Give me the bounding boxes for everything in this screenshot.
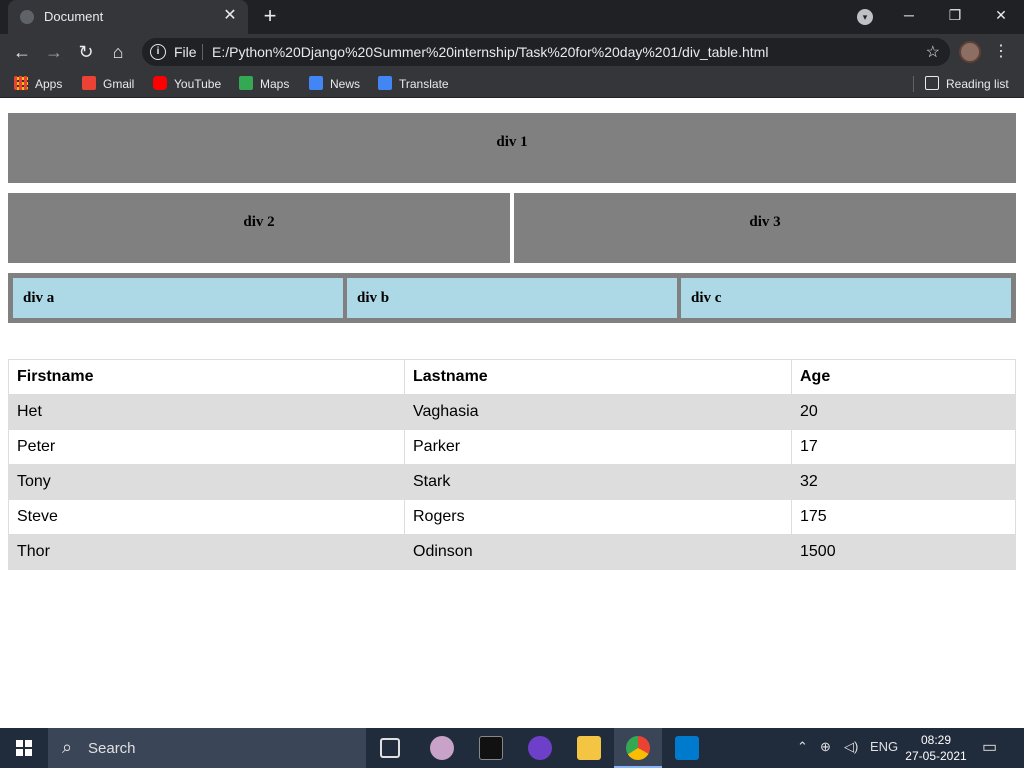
- translate-icon: [378, 76, 392, 90]
- page-viewport: div 1 div 2 div 3 div a div b div c Firs…: [0, 103, 1024, 728]
- windows-logo-icon: [16, 740, 32, 756]
- cell-lastname: Rogers: [404, 499, 792, 535]
- start-button[interactable]: [0, 728, 48, 768]
- cell-lastname: Stark: [404, 464, 792, 500]
- bookmarks-bar: Apps Gmail YouTube Maps News Translate R…: [0, 70, 1024, 98]
- chrome-taskbar-button[interactable]: [614, 728, 662, 768]
- table-row: Tony Stark 32: [8, 464, 1016, 500]
- tab-document[interactable]: Document ✕: [8, 0, 248, 34]
- search-placeholder: Search: [88, 740, 136, 757]
- back-arrow-icon[interactable]: ←: [8, 38, 36, 66]
- clock-time: 08:29: [920, 733, 952, 747]
- profile-avatar[interactable]: [959, 41, 981, 63]
- table-row: Het Vaghasia 20: [8, 394, 1016, 430]
- cell-lastname: Vaghasia: [404, 394, 792, 430]
- forward-arrow-icon[interactable]: →: [40, 38, 68, 66]
- info-icon[interactable]: i: [150, 44, 166, 60]
- apps-grid-icon: [14, 76, 28, 90]
- search-icon: ⌕: [62, 737, 73, 757]
- cell-lastname: Odinson: [404, 534, 792, 570]
- header-firstname: Firstname: [8, 359, 405, 395]
- close-window-button[interactable]: ✕: [978, 0, 1024, 30]
- bookmark-youtube[interactable]: YouTube: [153, 76, 221, 91]
- language-indicator[interactable]: ENG: [870, 739, 898, 754]
- github-icon[interactable]: [528, 736, 552, 760]
- task-view-icon[interactable]: [380, 738, 400, 758]
- table-row: Steve Rogers 175: [8, 499, 1016, 535]
- url-scheme: File: [174, 44, 197, 60]
- gmail-icon: [82, 76, 96, 90]
- table-row: Peter Parker 17: [8, 429, 1016, 465]
- reload-icon[interactable]: ↻: [72, 38, 100, 66]
- address-bar[interactable]: i File E:/Python%20Django%20Summer%20int…: [142, 38, 950, 66]
- bookmarks-divider: [913, 76, 914, 92]
- news-icon: [309, 76, 323, 90]
- taskbar-search[interactable]: ⌕ Search: [48, 728, 366, 768]
- close-tab-icon[interactable]: ✕: [220, 6, 240, 26]
- cell-firstname: Thor: [8, 534, 405, 570]
- show-hidden-icons-icon[interactable]: ⌃: [797, 739, 808, 755]
- reading-list-button[interactable]: Reading list: [925, 76, 1009, 91]
- div-b: div b: [347, 278, 677, 318]
- bookmark-maps[interactable]: Maps: [239, 76, 289, 91]
- table-header-row: Firstname Lastname Age: [8, 359, 1016, 395]
- cell-age: 20: [791, 394, 1016, 430]
- clock-date: 27-05-2021: [905, 749, 967, 763]
- restore-button[interactable]: ❐: [932, 0, 978, 30]
- tab-search-icon[interactable]: ▾: [857, 9, 873, 25]
- bookmark-gmail[interactable]: Gmail: [82, 76, 134, 91]
- div-1: div 1: [8, 113, 1016, 183]
- cell-age: 32: [791, 464, 1016, 500]
- reading-list-icon: [925, 76, 939, 90]
- cell-age: 17: [791, 429, 1016, 465]
- windows-taskbar: ⌕ Search ⌃ ⊕ ◁) ENG 08:29 27-05-2021 ▭: [0, 728, 1024, 768]
- table-row: Thor Odinson 1500: [8, 534, 1016, 570]
- tab-title: Document: [44, 9, 104, 24]
- notifications-icon[interactable]: ▭: [982, 737, 997, 757]
- cell-lastname: Parker: [404, 429, 792, 465]
- browser-toolbar: ← → ↻ ⌂ i File E:/Python%20Django%20Summ…: [0, 34, 1024, 70]
- url-text[interactable]: E:/Python%20Django%20Summer%20internship…: [212, 44, 768, 60]
- div-a: div a: [13, 278, 343, 318]
- tab-strip: Document ✕ + ▾ ─ ❐ ✕: [0, 0, 1024, 34]
- people-table: Firstname Lastname Age Het Vaghasia 20 P…: [8, 359, 1016, 570]
- cell-firstname: Peter: [8, 429, 405, 465]
- volume-icon[interactable]: ◁): [844, 739, 858, 755]
- div-2: div 2: [8, 193, 510, 263]
- vscode-icon[interactable]: [675, 736, 699, 760]
- address-divider: [202, 44, 203, 60]
- chrome-icon: [626, 736, 650, 760]
- bookmark-translate[interactable]: Translate: [378, 76, 449, 91]
- cell-firstname: Het: [8, 394, 405, 430]
- maps-icon: [239, 76, 253, 90]
- bookmark-news[interactable]: News: [309, 76, 360, 91]
- header-lastname: Lastname: [404, 359, 792, 395]
- paint-app-icon[interactable]: [430, 736, 454, 760]
- network-globe-icon[interactable]: ⊕: [820, 739, 831, 755]
- home-icon[interactable]: ⌂: [104, 38, 132, 66]
- new-tab-button[interactable]: +: [258, 4, 282, 28]
- cell-age: 175: [791, 499, 1016, 535]
- div-c: div c: [681, 278, 1011, 318]
- minimize-button[interactable]: ─: [886, 0, 932, 30]
- cell-age: 1500: [791, 534, 1016, 570]
- clock[interactable]: 08:29 27-05-2021: [900, 732, 972, 764]
- terminal-icon[interactable]: [479, 736, 503, 760]
- bookmark-star-icon[interactable]: ☆: [926, 42, 940, 62]
- cell-firstname: Tony: [8, 464, 405, 500]
- cell-firstname: Steve: [8, 499, 405, 535]
- file-explorer-icon[interactable]: [577, 736, 601, 760]
- div-3: div 3: [514, 193, 1016, 263]
- globe-icon: [20, 10, 34, 24]
- inner-div-container: div a div b div c: [8, 273, 1016, 323]
- menu-kebab-icon[interactable]: ⋮: [993, 40, 1009, 64]
- youtube-icon: [153, 76, 167, 90]
- bookmark-apps[interactable]: Apps: [14, 76, 62, 91]
- header-age: Age: [791, 359, 1016, 395]
